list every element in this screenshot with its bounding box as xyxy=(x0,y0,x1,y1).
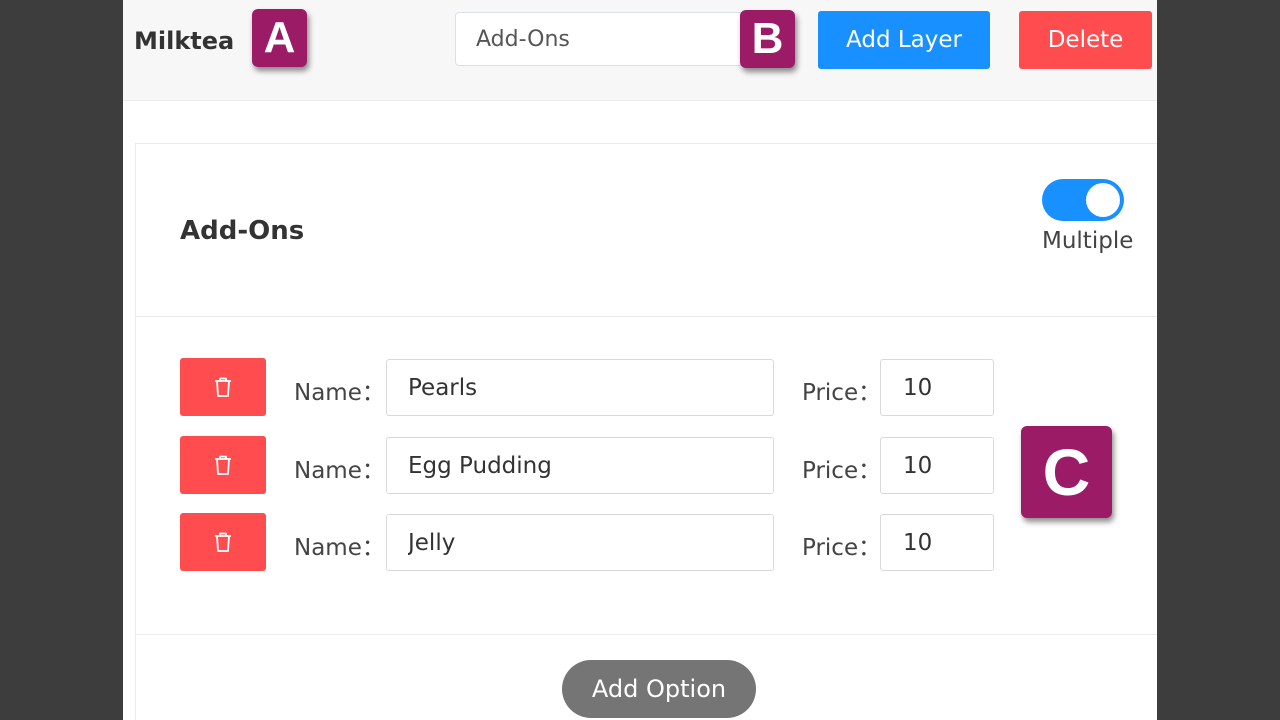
delete-option-button[interactable] xyxy=(180,513,266,571)
product-name: Milktea xyxy=(134,27,235,55)
option-price-input[interactable] xyxy=(880,359,994,416)
price-label: Price： xyxy=(802,380,882,406)
card-title: Add-Ons xyxy=(180,216,305,246)
trash-icon xyxy=(215,455,231,475)
name-label: Name： xyxy=(294,380,385,406)
callout-a: A xyxy=(252,9,307,67)
delete-button[interactable]: Delete xyxy=(1019,11,1152,69)
option-row: Name： Price： xyxy=(136,436,1157,496)
option-name-input[interactable] xyxy=(386,437,774,494)
add-layer-button[interactable]: Add Layer xyxy=(818,11,990,69)
multiple-label: Multiple xyxy=(1042,228,1134,254)
option-price-input[interactable] xyxy=(880,437,994,494)
app-panel: Milktea Add Layer Delete Add-Ons Multipl… xyxy=(123,0,1157,720)
card-header: Add-Ons Multiple xyxy=(136,144,1157,317)
option-price-input[interactable] xyxy=(880,514,994,571)
multiple-toggle[interactable] xyxy=(1042,179,1124,221)
layer-name-input[interactable] xyxy=(455,12,745,66)
name-label: Name： xyxy=(294,535,385,561)
price-label: Price： xyxy=(802,535,882,561)
delete-option-button[interactable] xyxy=(180,358,266,416)
delete-option-button[interactable] xyxy=(180,436,266,494)
trash-icon xyxy=(215,377,231,397)
option-name-input[interactable] xyxy=(386,514,774,571)
card-divider xyxy=(136,634,1157,635)
option-row: Name： Price： xyxy=(136,513,1157,573)
price-label: Price： xyxy=(802,458,882,484)
add-option-button[interactable]: Add Option xyxy=(562,660,756,718)
callout-c: C xyxy=(1021,426,1112,518)
option-row: Name： Price： xyxy=(136,358,1157,418)
layer-card: Add-Ons Multiple Name： Price： N xyxy=(135,143,1157,720)
name-label: Name： xyxy=(294,458,385,484)
callout-b: B xyxy=(740,10,795,68)
trash-icon xyxy=(215,532,231,552)
option-name-input[interactable] xyxy=(386,359,774,416)
toggle-knob xyxy=(1086,183,1120,217)
